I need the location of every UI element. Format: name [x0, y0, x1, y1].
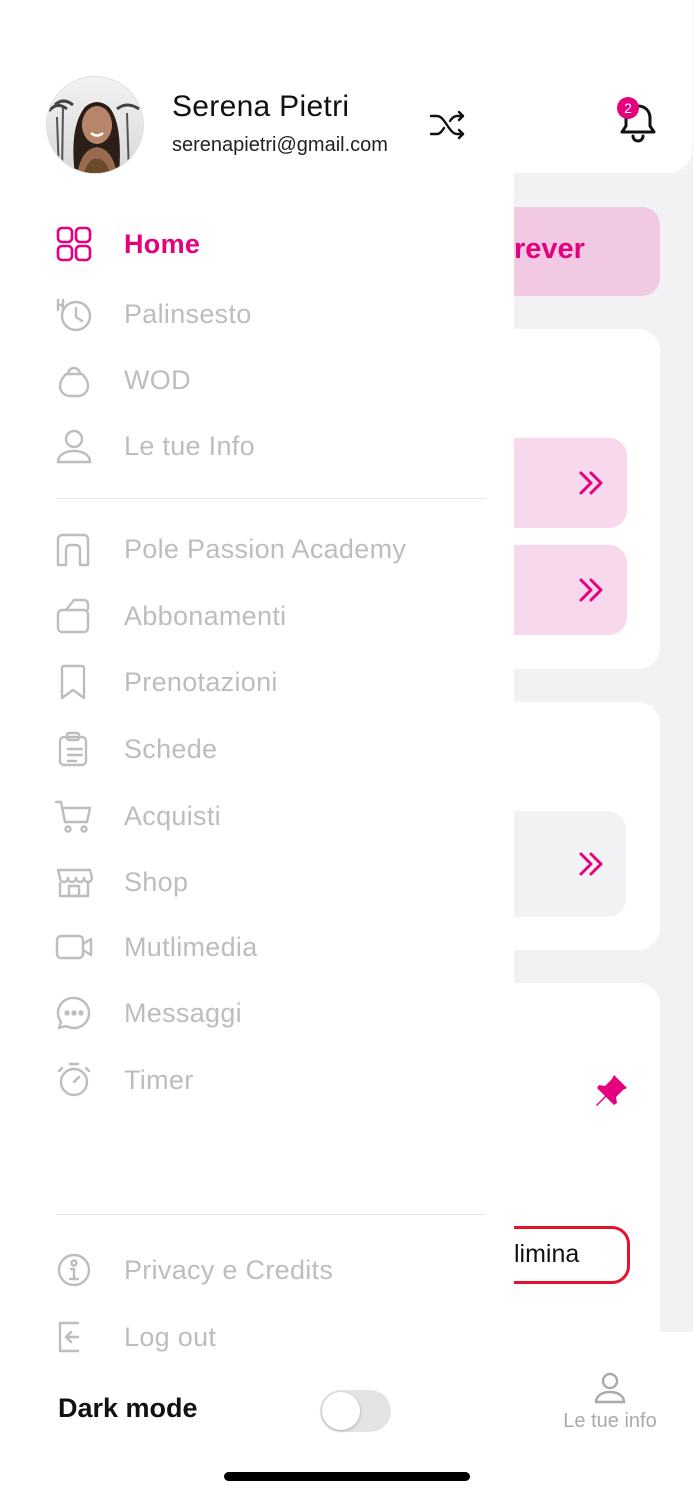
info-icon [54, 1250, 94, 1290]
delete-button-label: limina [514, 1240, 580, 1268]
store-icon [54, 862, 94, 902]
divider [56, 498, 486, 499]
kettlebell-icon [54, 360, 94, 400]
avatar[interactable] [46, 76, 144, 174]
tab-label: Le tue info [563, 1410, 657, 1432]
user-name: Serena Pietri [172, 90, 350, 123]
logout-icon [54, 1317, 94, 1357]
menu-label: Timer [124, 1064, 194, 1095]
user-email: serenapietri@gmail.com [172, 134, 388, 156]
cart-icon [54, 796, 94, 836]
card-icon [54, 596, 94, 636]
history-icon [54, 294, 94, 334]
menu-item-abbonamenti[interactable]: Abbonamenti [54, 591, 484, 641]
menu-item-wod[interactable]: WOD [54, 355, 484, 405]
navigation-drawer: Serena Pietri serenapietri@gmail.com Hom… [0, 0, 514, 1500]
menu-label: Pole Passion Academy [124, 533, 407, 564]
menu-item-palinsesto[interactable]: Palinsesto [54, 289, 484, 339]
double-chevron-right-icon [579, 471, 603, 495]
menu-label: Schede [124, 733, 218, 764]
menu-item-prenotazioni[interactable]: Prenotazioni [54, 657, 484, 707]
menu-item-timer[interactable]: Timer [54, 1055, 484, 1105]
menu-label: Le tue Info [124, 430, 255, 461]
user-icon [594, 1372, 626, 1404]
menu-label: Palinsesto [124, 298, 252, 329]
menu-item-shop[interactable]: Shop [54, 857, 484, 907]
menu-item-le-tue-info[interactable]: Le tue Info [54, 421, 484, 471]
menu-label: Shop [124, 866, 189, 897]
video-icon [54, 927, 94, 967]
menu-label: Mutlimedia [124, 931, 258, 962]
grid-icon [54, 224, 94, 264]
divider [56, 1214, 486, 1215]
banner-text: rever [514, 233, 585, 265]
menu-label: Home [124, 228, 201, 259]
menu-label: Abbonamenti [124, 600, 287, 631]
menu-label: Privacy e Credits [124, 1254, 334, 1285]
clipboard-icon [54, 729, 94, 769]
double-chevron-right-icon [579, 852, 603, 876]
chat-icon [54, 993, 94, 1033]
menu-item-mutlimedia[interactable]: Mutlimedia [54, 922, 484, 972]
menu-item-messaggi[interactable]: Messaggi [54, 988, 484, 1038]
double-chevron-right-icon [579, 578, 603, 602]
menu-label: WOD [124, 364, 191, 395]
menu-item-home[interactable]: Home [54, 219, 484, 269]
pin-icon[interactable] [592, 1072, 630, 1110]
tab-le-tue-info[interactable]: Le tue info [540, 1370, 680, 1433]
menu-label: Prenotazioni [124, 666, 278, 697]
notification-badge: 2 [617, 97, 639, 119]
menu-item-acquisti[interactable]: Acquisti [54, 791, 484, 841]
user-icon [54, 426, 94, 466]
profile-photo [47, 77, 143, 173]
menu-item-log-out[interactable]: Log out [54, 1312, 484, 1362]
stopwatch-icon [54, 1060, 94, 1100]
bookmark-icon [54, 662, 94, 702]
shuffle-icon[interactable] [428, 106, 466, 144]
home-indicator[interactable] [224, 1472, 470, 1481]
menu-label: Acquisti [124, 800, 221, 831]
gym-icon [54, 529, 94, 569]
menu-item-pole-passion-academy[interactable]: Pole Passion Academy [54, 524, 484, 574]
dark-mode-label: Dark mode [58, 1393, 198, 1423]
toggle-knob [322, 1392, 360, 1430]
menu-label: Log out [124, 1321, 217, 1352]
menu-item-privacy-credits[interactable]: Privacy e Credits [54, 1245, 484, 1295]
dark-mode-toggle[interactable] [320, 1390, 391, 1432]
menu-item-schede[interactable]: Schede [54, 724, 484, 774]
menu-label: Messaggi [124, 997, 242, 1028]
